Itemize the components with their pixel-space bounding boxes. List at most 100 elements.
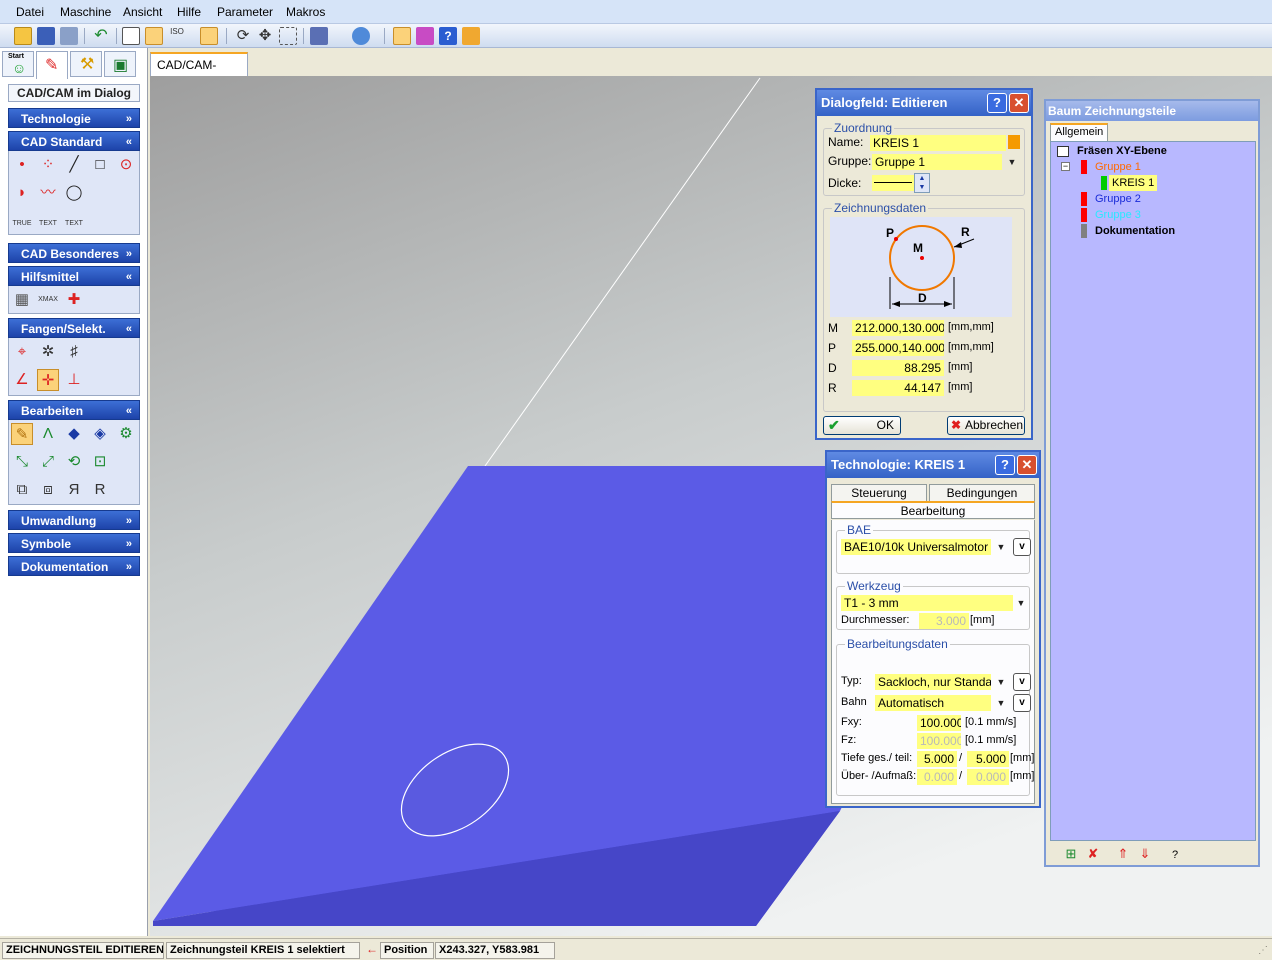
group-bearbeiten[interactable]: Bearbeiten « — [8, 400, 140, 420]
tiefe-gesamt-input[interactable]: 5.000 — [917, 751, 957, 767]
group-cad-standard[interactable]: CAD Standard « — [8, 131, 140, 151]
tab-cad[interactable]: ✎ — [36, 51, 68, 79]
mirror-text-icon[interactable]: R — [89, 479, 111, 501]
iso-view-icon[interactable]: ISO — [168, 27, 186, 45]
point-icon[interactable]: • — [11, 154, 33, 176]
collapse-icon[interactable]: − — [1061, 162, 1070, 171]
move-icon[interactable]: ⤡ — [11, 451, 33, 473]
group-umwandlung[interactable]: Umwandlung » — [8, 510, 140, 530]
tree-node-kreis-1[interactable]: KREIS 1 — [1109, 175, 1158, 191]
snap-point-icon[interactable]: ⌖ — [11, 341, 33, 363]
tree-node-gruppe-3[interactable]: Gruppe 3 — [1095, 209, 1141, 221]
fxy-input[interactable]: 100.000 — [917, 715, 961, 731]
layers-icon[interactable] — [416, 27, 434, 45]
bahn-select[interactable]: Automatisch — [875, 695, 991, 711]
save-icon[interactable] — [37, 27, 55, 45]
name-input[interactable]: KREIS 1 — [870, 135, 1006, 151]
edit-vertex-icon[interactable]: Λ — [37, 423, 59, 445]
close-button[interactable]: ✕ — [1009, 93, 1029, 113]
menu-maschine[interactable]: Maschine — [60, 5, 111, 19]
snap-angle-icon[interactable]: ∠ — [11, 369, 33, 391]
d-input[interactable]: 88.295 — [852, 360, 944, 376]
text-true-icon[interactable]: TRUE — [11, 209, 33, 231]
gear-icon[interactable]: ⚙ — [115, 423, 137, 445]
rotate-element-icon[interactable]: ⟲ — [63, 451, 85, 473]
typ-options-button[interactable]: v — [1013, 673, 1031, 691]
group-fangen[interactable]: Fangen/Selekt. « — [8, 318, 140, 338]
zoom-window-icon[interactable] — [279, 27, 297, 45]
arc-icon[interactable]: ◗ — [11, 182, 33, 204]
group-technologie[interactable]: Technologie » — [8, 108, 140, 128]
rotate-icon[interactable]: ⟳ — [234, 27, 252, 45]
snap-tangent-icon[interactable]: ✛ — [37, 369, 59, 391]
tree-help-icon[interactable]: ? — [1166, 846, 1184, 864]
xmax-icon[interactable]: XMAX — [37, 289, 59, 311]
scale-icon[interactable]: ⊡ — [89, 451, 111, 473]
tab-bedingungen[interactable]: Bedingungen — [929, 484, 1035, 502]
eraser-multi-icon[interactable]: ◈ — [89, 423, 111, 445]
tab-cad-cam-fraesen[interactable]: CAD/CAM-Fräsen — [150, 52, 248, 94]
chevron-down-icon[interactable]: ▼ — [993, 539, 1009, 555]
tab-steuerung[interactable]: Steuerung — [831, 484, 927, 502]
group-symbole[interactable]: Symbole » — [8, 533, 140, 553]
dicke-field[interactable] — [872, 175, 914, 191]
undo-icon[interactable]: ↶ — [92, 27, 110, 45]
line-icon[interactable]: ╱ — [63, 154, 85, 176]
pan-icon[interactable]: ✥ — [256, 27, 274, 45]
tree-node-gruppe-1[interactable]: Gruppe 1 — [1095, 161, 1141, 173]
werkzeug-select[interactable]: T1 - 3 mm — [841, 595, 1013, 611]
close-button[interactable]: ✕ — [1017, 455, 1037, 475]
menu-parameter[interactable]: Parameter — [217, 5, 273, 19]
tab-bearbeitung[interactable]: Bearbeitung — [831, 501, 1035, 519]
snap-perpendicular-icon[interactable]: ⊥ — [63, 369, 85, 391]
mirror-copy-icon[interactable]: Я — [63, 479, 85, 501]
rectangle-icon[interactable]: □ — [89, 154, 111, 176]
p-input[interactable]: 255.000,140.000 — [852, 340, 944, 356]
help-icon[interactable]: ? — [439, 27, 457, 45]
select-window-icon[interactable] — [122, 27, 140, 45]
points-icon[interactable]: ⁘ — [37, 154, 59, 176]
tree-root-fraesen-xy[interactable]: Fräsen XY-Ebene — [1077, 145, 1167, 157]
tiefe-teil-input[interactable]: 5.000 — [967, 751, 1009, 767]
delete-node-icon[interactable]: ✘ — [1084, 846, 1102, 864]
chevron-down-icon[interactable]: ▼ — [1013, 595, 1029, 611]
tab-output[interactable]: ▣ — [104, 51, 136, 77]
bahn-options-button[interactable]: v — [1013, 694, 1031, 712]
bae-options-button[interactable]: v — [1013, 538, 1031, 556]
menu-makros[interactable]: Makros — [286, 5, 325, 19]
cancel-button[interactable]: ✖ Abbrechen — [947, 416, 1025, 435]
globe-icon[interactable] — [352, 27, 370, 45]
add-node-icon[interactable]: ⊞ — [1062, 846, 1080, 864]
group-dokumentation[interactable]: Dokumentation » — [8, 556, 140, 576]
help-button[interactable]: ? — [987, 93, 1007, 113]
chevron-down-icon[interactable]: ▼ — [993, 695, 1009, 711]
group-cad-besonderes[interactable]: CAD Besonderes » — [8, 243, 140, 263]
tab-cam[interactable]: ⚒ — [70, 51, 102, 77]
snap-grid-icon[interactable]: ✲ — [37, 341, 59, 363]
edit-tool-icon[interactable]: ✎ — [11, 423, 33, 445]
polyline-icon[interactable]: 〰 — [37, 182, 59, 204]
bae-select[interactable]: BAE10/10k Universalmotor — [841, 539, 991, 555]
group-hilfsmittel[interactable]: Hilfsmittel « — [8, 266, 140, 286]
origin-icon[interactable]: ✚ — [63, 289, 85, 311]
circle-icon[interactable]: ⊙ — [115, 154, 137, 176]
context-help-icon[interactable] — [462, 27, 480, 45]
mirror-v-icon[interactable]: ⧈ — [37, 479, 59, 501]
print-icon[interactable] — [310, 27, 328, 45]
menu-datei[interactable]: Datei — [16, 5, 44, 19]
r-input[interactable]: 44.147 — [852, 380, 944, 396]
cursor-mode-icon[interactable] — [393, 27, 411, 45]
resize-grip-icon[interactable]: ⋰ — [1258, 945, 1270, 957]
chevron-down-icon[interactable]: ▼ — [993, 674, 1009, 690]
dicke-spinner[interactable]: ▲ ▼ — [914, 173, 930, 193]
3d-view-icon[interactable] — [200, 27, 218, 45]
copy-move-icon[interactable]: ⤢ — [37, 451, 59, 473]
help-button[interactable]: ? — [995, 455, 1015, 475]
ok-button[interactable]: ✔ OK — [823, 416, 901, 435]
snap-intersection-icon[interactable]: ♯ — [63, 341, 85, 363]
chevron-down-icon[interactable]: ▼ — [1004, 154, 1020, 170]
text-multiline-icon[interactable]: TEXT — [63, 209, 85, 231]
typ-select[interactable]: Sackloch, nur Standarc — [875, 674, 991, 690]
select-all-icon[interactable] — [145, 27, 163, 45]
menu-ansicht[interactable]: Ansicht — [123, 5, 162, 19]
